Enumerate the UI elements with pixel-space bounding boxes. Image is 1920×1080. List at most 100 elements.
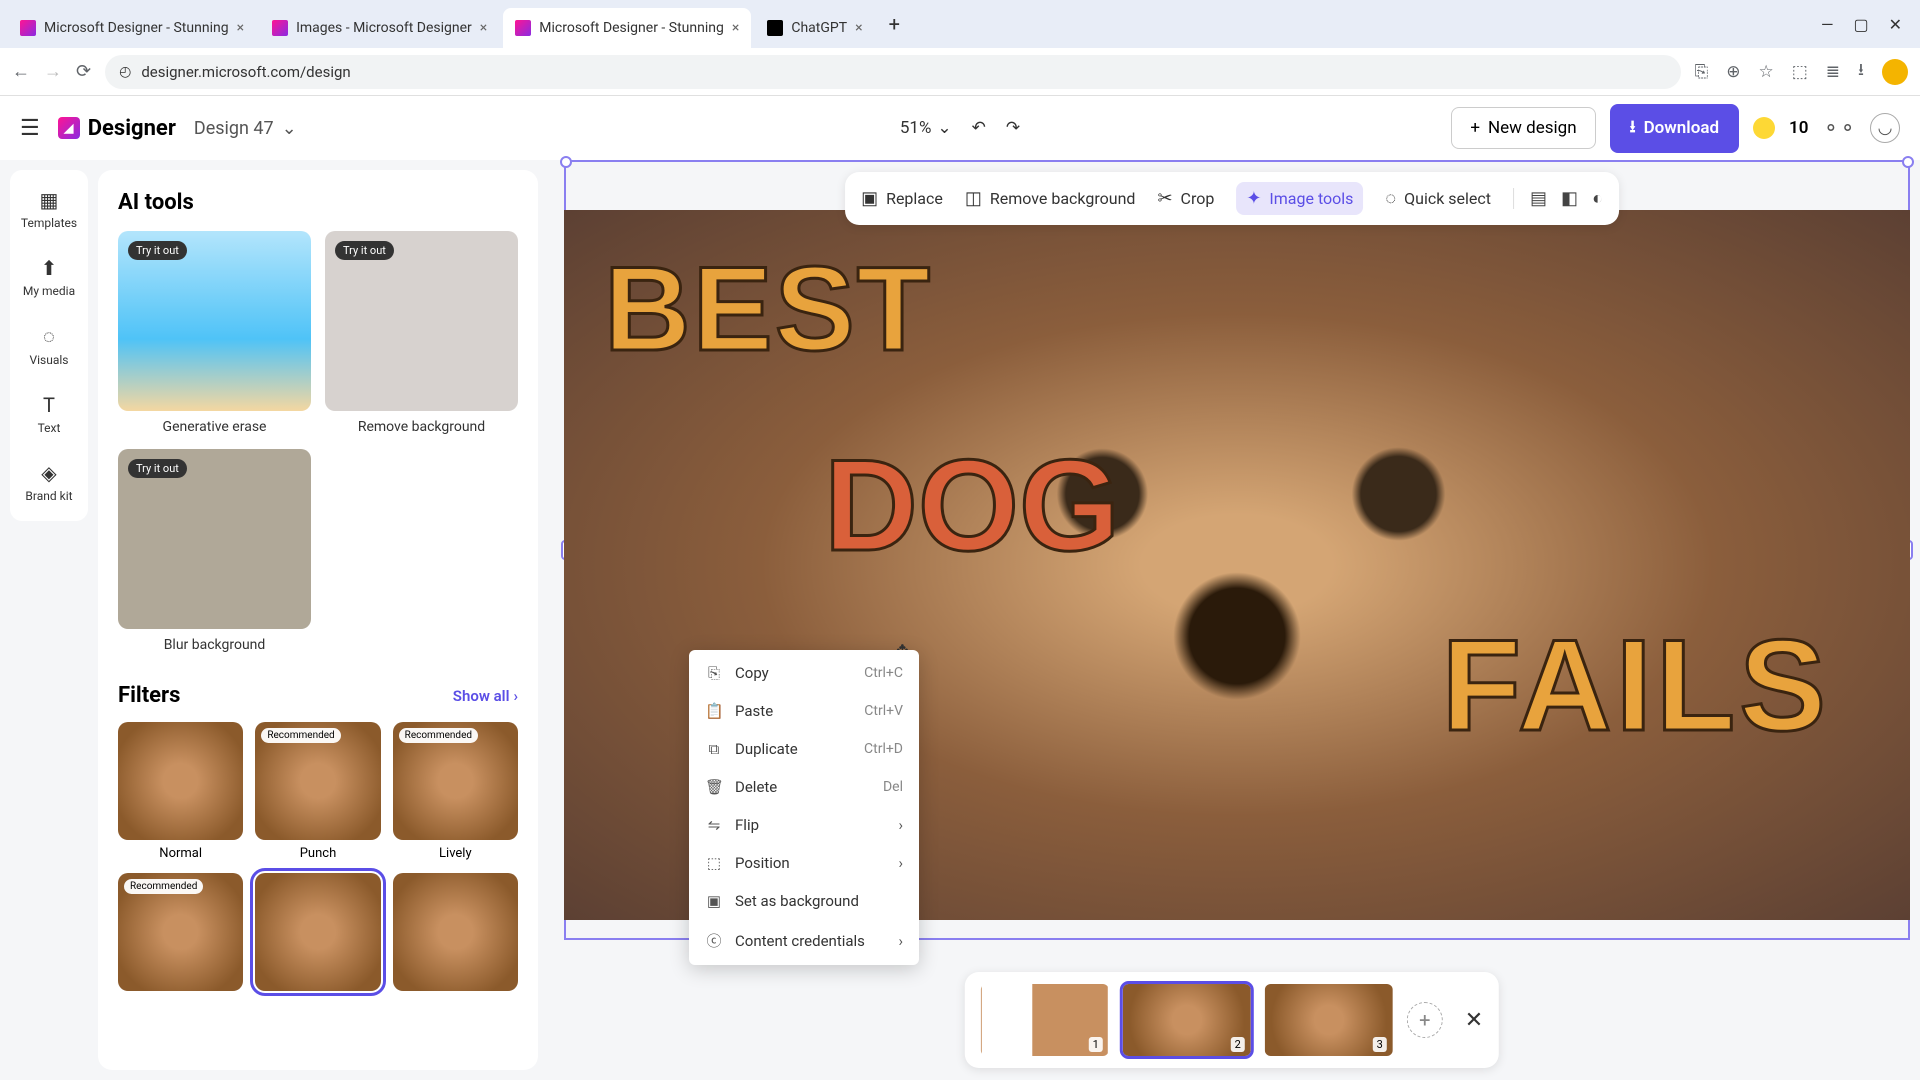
download-button[interactable]: ⭳ Download: [1610, 104, 1739, 153]
download-icon[interactable]: ⭳: [1858, 57, 1864, 86]
close-icon[interactable]: ×: [732, 20, 739, 36]
ctx-paste[interactable]: 📋PasteCtrl+V: [689, 692, 919, 730]
duplicate-icon: ⧉: [705, 740, 723, 758]
extension-icon[interactable]: ⬚: [1792, 62, 1808, 82]
tab-title: Microsoft Designer - Stunning: [44, 20, 229, 36]
reload-icon[interactable]: ⟳: [76, 61, 91, 82]
forward-icon[interactable]: →: [44, 61, 62, 82]
ctx-label: Duplicate: [735, 740, 798, 758]
left-rail: ▦Templates ⬆My media ◌Visuals TText ◈Bra…: [10, 170, 88, 521]
minimize-icon[interactable]: —: [1821, 15, 1834, 34]
rail-my-media[interactable]: ⬆My media: [23, 250, 75, 304]
menu-icon[interactable]: ☰: [20, 116, 40, 141]
close-icon[interactable]: ×: [855, 20, 862, 36]
rail-templates[interactable]: ▦Templates: [21, 182, 77, 236]
text-dog[interactable]: DOG: [824, 430, 1120, 580]
recommended-pill: Recommended: [124, 879, 203, 894]
ctx-flip[interactable]: ⇋Flip›: [689, 806, 919, 844]
filter-option-selected[interactable]: [255, 873, 380, 991]
ctx-copy[interactable]: ⎘CopyCtrl+C: [689, 654, 919, 692]
window-close-icon[interactable]: ✕: [1889, 15, 1902, 34]
resize-handle[interactable]: [560, 156, 572, 168]
ctx-label: Delete: [735, 778, 777, 796]
zoom-icon[interactable]: ⊕: [1726, 62, 1740, 82]
page-thumb-1[interactable]: 1: [981, 984, 1109, 1056]
text-best[interactable]: BEST: [604, 240, 932, 378]
try-pill: Try it out: [335, 241, 394, 260]
text-fails[interactable]: FAILS: [1442, 610, 1830, 760]
layers-icon[interactable]: ▤: [1530, 188, 1547, 209]
browser-tab[interactable]: Microsoft Designer - Stunning ×: [8, 8, 256, 48]
tool-remove-background[interactable]: Try it out Remove background: [325, 231, 518, 435]
ctx-set-background[interactable]: ▣Set as background: [689, 882, 919, 920]
show-all-link[interactable]: Show all›: [453, 687, 518, 705]
rail-text[interactable]: TText: [38, 387, 61, 441]
tool-blur-background[interactable]: Try it out Blur background: [118, 449, 311, 653]
profile-avatar[interactable]: [1882, 59, 1908, 85]
ctx-delete[interactable]: 🗑DeleteDel: [689, 768, 919, 806]
page-thumb-3[interactable]: 3: [1265, 984, 1393, 1056]
crop-button[interactable]: ✂Crop: [1157, 188, 1214, 209]
quick-select-button[interactable]: ◌Quick select: [1385, 188, 1491, 209]
paste-icon: 📋: [705, 702, 723, 720]
ctx-content-credentials[interactable]: ⓒContent credentials›: [689, 920, 919, 961]
browser-tab-active[interactable]: Microsoft Designer - Stunning ×: [503, 8, 751, 48]
ctx-duplicate[interactable]: ⧉DuplicateCtrl+D: [689, 730, 919, 768]
undo-icon[interactable]: ↶: [972, 118, 986, 138]
account-button[interactable]: ◡: [1870, 113, 1900, 143]
close-icon[interactable]: ×: [480, 20, 487, 36]
browser-tab[interactable]: Images - Microsoft Designer×: [260, 8, 499, 48]
filter-punch[interactable]: RecommendedPunch: [255, 722, 380, 861]
design-name-dropdown[interactable]: Design 47 ⌄: [194, 118, 297, 139]
ai-tools-heading: AI tools: [118, 190, 518, 215]
ctx-position[interactable]: ⬚Position›: [689, 844, 919, 882]
credits-count[interactable]: 10: [1789, 118, 1808, 138]
text-icon: T: [43, 393, 55, 417]
zoom-value: 51%: [900, 118, 932, 138]
filter-normal[interactable]: Normal: [118, 722, 243, 861]
address-bar: ← → ⟳ ◴ designer.microsoft.com/design ⎘ …: [0, 48, 1920, 96]
position-icon: ⬚: [705, 854, 723, 872]
share-icon[interactable]: ⚬⚬: [1822, 116, 1856, 140]
designer-logo[interactable]: ◢ Designer: [58, 116, 176, 141]
remove-background-button[interactable]: ◫Remove background: [965, 188, 1136, 209]
filter-option[interactable]: [393, 873, 518, 991]
ctx-label: Set as background: [735, 892, 859, 910]
ctx-label: Flip: [735, 816, 759, 834]
button-label: Remove background: [990, 189, 1136, 208]
contrast-icon[interactable]: ◐: [1592, 188, 1603, 209]
chevron-right-icon: ›: [898, 854, 903, 872]
recommended-pill: Recommended: [399, 728, 478, 743]
canvas-area[interactable]: ▣Replace ◫Remove background ✂Crop ✦Image…: [544, 160, 1920, 1080]
tab-title: ChatGPT: [791, 20, 847, 36]
try-pill: Try it out: [128, 241, 187, 260]
tool-generative-erase[interactable]: Try it out Generative erase: [118, 231, 311, 435]
rail-brand-kit[interactable]: ◈Brand kit: [25, 455, 72, 509]
filter-option[interactable]: Recommended: [118, 873, 243, 991]
install-icon[interactable]: ⎘: [1695, 62, 1709, 82]
page-thumb-2[interactable]: 2: [1123, 984, 1251, 1056]
add-page-button[interactable]: +: [1407, 1002, 1443, 1038]
tab-title: Microsoft Designer - Stunning: [539, 20, 724, 36]
new-design-button[interactable]: + New design: [1451, 107, 1595, 149]
bookmark-icon[interactable]: ☆: [1758, 62, 1773, 82]
replace-button[interactable]: ▣Replace: [861, 188, 943, 209]
crop-icon: ✂: [1157, 188, 1172, 209]
rail-visuals[interactable]: ◌Visuals: [29, 318, 68, 373]
reading-list-icon[interactable]: ≣: [1826, 62, 1840, 82]
redo-icon[interactable]: ↷: [1006, 118, 1020, 138]
image-tools-button[interactable]: ✦Image tools: [1236, 182, 1363, 215]
overlap-icon[interactable]: ◧: [1561, 188, 1578, 209]
site-info-icon[interactable]: ◴: [119, 64, 131, 80]
url-input[interactable]: ◴ designer.microsoft.com/design: [105, 55, 1681, 89]
maximize-icon[interactable]: ▢: [1853, 15, 1868, 34]
close-icon[interactable]: ×: [237, 20, 244, 36]
zoom-dropdown[interactable]: 51% ⌄: [900, 118, 952, 138]
browser-tab-strip: Microsoft Designer - Stunning × Images - …: [0, 0, 1920, 48]
resize-handle[interactable]: [1902, 156, 1914, 168]
back-icon[interactable]: ←: [12, 61, 30, 82]
browser-tab[interactable]: ChatGPT ×: [755, 8, 874, 48]
close-icon[interactable]: ✕: [1465, 1008, 1483, 1033]
new-tab-button[interactable]: +: [879, 12, 910, 36]
filter-lively[interactable]: RecommendedLively: [393, 722, 518, 861]
